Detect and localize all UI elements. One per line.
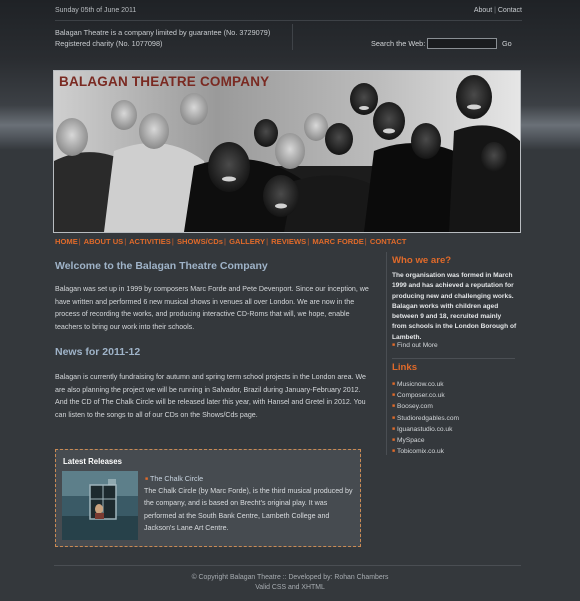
nav-separator: | — [78, 237, 81, 246]
nav-separator: | — [223, 237, 226, 246]
bullet-icon: ■ — [392, 437, 396, 444]
company-charity-text: Registered charity (No. 1077098) — [55, 39, 163, 48]
column-divider — [386, 252, 387, 455]
top-links: About | Contact — [474, 7, 522, 14]
bullet-icon: ■ — [145, 476, 149, 482]
link-label[interactable]: Iguanastudio.co.uk — [397, 426, 452, 433]
footer: © Copyright Balagan Theatre :: Developed… — [0, 573, 580, 593]
bullet-icon: ■ — [392, 381, 396, 387]
main-nav: HOME| ABOUT US| ACTIVITIES| SHOWS/CDs| G… — [55, 237, 406, 246]
nav-about-us[interactable]: ABOUT US — [84, 237, 124, 246]
welcome-heading: Welcome to the Balagan Theatre Company — [55, 260, 268, 272]
latest-releases-heading: Latest Releases — [63, 457, 122, 466]
link-label[interactable]: MySpace — [397, 437, 425, 444]
release-item-description: The Chalk Circle (by Marc Forde), is the… — [144, 487, 353, 532]
link-item[interactable]: ■ Composer.co.uk — [392, 390, 459, 401]
link-item[interactable]: ■ Musicnow.co.uk — [392, 379, 459, 390]
sidebar-divider — [392, 358, 515, 359]
search-label: Search the Web: — [371, 39, 426, 48]
who-we-are-text: The organisation was formed in March 199… — [392, 272, 517, 341]
nav-activities[interactable]: ACTIVITIES — [129, 237, 171, 246]
link-item[interactable]: ■ Boosey.com — [392, 401, 459, 412]
company-guarantee-text: Balagan Theatre is a company limited by … — [55, 28, 271, 37]
nav-separator: | — [171, 237, 174, 246]
nav-home[interactable]: HOME — [55, 237, 78, 246]
company-info: Balagan Theatre is a company limited by … — [55, 27, 270, 49]
link-item[interactable]: ■ Tobicomix.co.uk — [392, 446, 459, 457]
nav-shows-cds[interactable]: SHOWS/CDs — [177, 237, 223, 246]
nav-separator: | — [266, 237, 269, 246]
page: Sunday 05th of June 2011 About | Contact… — [0, 0, 580, 601]
search-go-button[interactable]: Go — [502, 39, 512, 48]
link-item[interactable]: ■ Iguanastudio.co.uk — [392, 424, 459, 435]
latest-releases-box: Latest Releases ■ The Chalk Circle The Ch… — [55, 449, 361, 547]
search-input[interactable] — [427, 38, 497, 49]
hero-banner: BALAGAN THEATRE COMPANY — [53, 70, 521, 233]
bullet-icon: ■ — [392, 414, 396, 421]
news-paragraph: Balagan is currently fundraising for aut… — [55, 373, 366, 419]
who-we-are-heading: Who we are? — [392, 255, 452, 266]
contact-link[interactable]: Contact — [498, 7, 522, 14]
nav-separator: | — [307, 237, 310, 246]
nav-separator: | — [364, 237, 367, 246]
about-link[interactable]: About — [474, 7, 492, 14]
nav-separator: | — [124, 237, 127, 246]
release-item-title[interactable]: The Chalk Circle — [150, 474, 203, 483]
bullet-icon: ■ — [392, 448, 396, 455]
header-divider — [292, 24, 293, 50]
links-heading: Links — [392, 362, 418, 373]
welcome-paragraph: Balagan was set up in 1999 by composers … — [55, 285, 369, 331]
bullet-icon: ■ — [392, 425, 396, 432]
copyright-text: © Copyright Balagan Theatre :: Developed… — [191, 574, 389, 581]
find-out-more-label[interactable]: Find out More — [397, 342, 438, 349]
footer-divider — [54, 565, 521, 566]
link-item[interactable]: ■ MySpace — [392, 435, 459, 446]
find-out-more-link[interactable]: ■ Find out More — [392, 342, 438, 349]
link-label[interactable]: Studioredgables.com — [397, 415, 459, 422]
link-label[interactable]: Musicnow.co.uk — [397, 381, 444, 388]
link-label[interactable]: Tobicomix.co.uk — [397, 448, 444, 455]
bullet-icon: ■ — [392, 403, 396, 410]
link-label[interactable]: Composer.co.uk — [397, 392, 445, 399]
bullet-icon: ■ — [392, 392, 396, 399]
bullet-icon: ■ — [392, 342, 396, 348]
top-divider — [55, 20, 522, 21]
top-link-separator: | — [494, 7, 496, 14]
release-item-link[interactable]: ■ The Chalk Circle — [145, 474, 203, 483]
links-list: ■ Musicnow.co.uk ■ Composer.co.uk ■ Boosey.… — [392, 379, 459, 457]
current-date: Sunday 05th of June 2011 — [55, 7, 137, 14]
nav-contact[interactable]: CONTACT — [370, 237, 407, 246]
hero-title: BALAGAN THEATRE COMPANY — [59, 74, 270, 89]
validity-text[interactable]: Valid CSS and XHTML — [0, 583, 580, 593]
top-bar: Sunday 05th of June 2011 About | Contact — [55, 7, 522, 19]
link-label[interactable]: Boosey.com — [397, 403, 433, 410]
nav-reviews[interactable]: REVIEWS — [271, 237, 306, 246]
news-heading: News for 2011-12 — [55, 346, 141, 358]
link-item[interactable]: ■ Studioredgables.com — [392, 413, 459, 424]
nav-marc-forde[interactable]: MARC FORDE — [312, 237, 363, 246]
hero-photo — [54, 71, 520, 232]
nav-gallery[interactable]: GALLERY — [229, 237, 265, 246]
release-thumbnail[interactable] — [62, 471, 138, 540]
release-thumbnail-image — [62, 471, 138, 540]
